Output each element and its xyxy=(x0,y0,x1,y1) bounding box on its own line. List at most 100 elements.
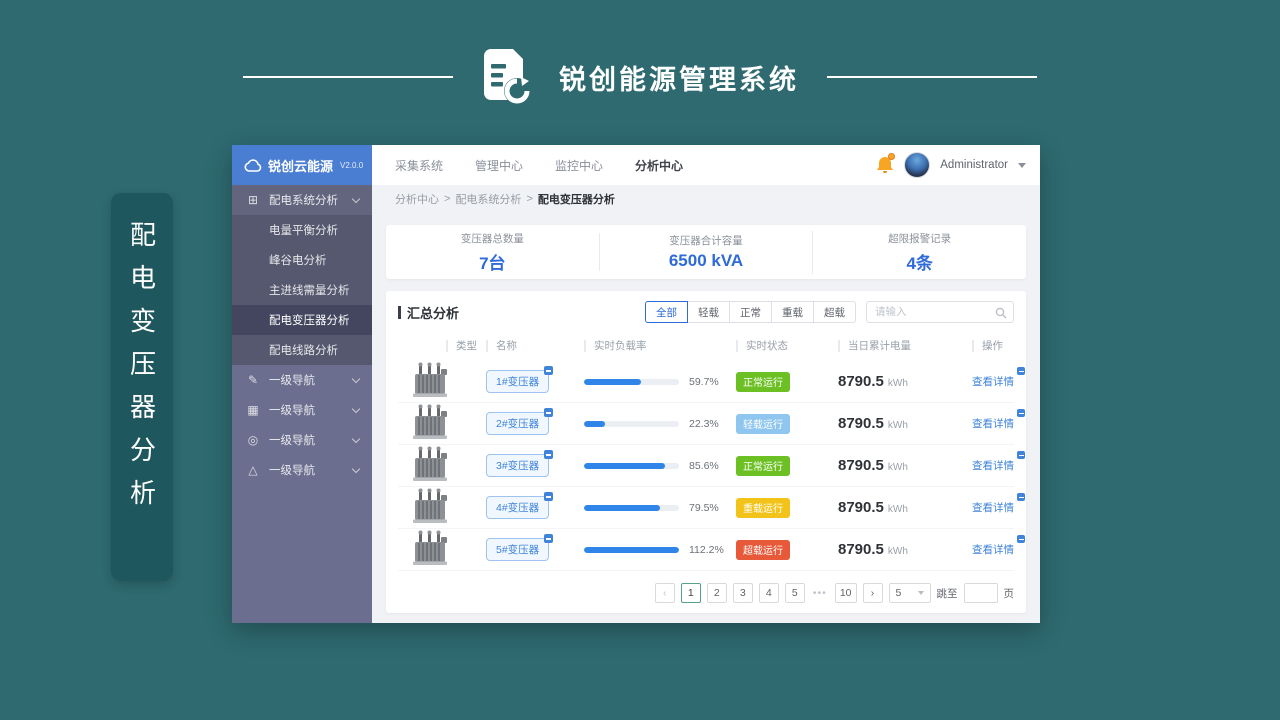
table-row: 1#变压器 59.7% 正常运行 8790.5 kWh 查看详情 xyxy=(398,361,1025,403)
warning-icon: △ xyxy=(248,463,258,477)
breadcrumb-current: 配电变压器分析 xyxy=(537,194,615,206)
table-row: 4#变压器 79.5% 重载运行 8790.5 kWh 查看详情 xyxy=(398,487,1025,529)
filter-heavy-button[interactable]: 重载 xyxy=(771,301,814,323)
jump-page-input[interactable] xyxy=(963,583,998,603)
sidebar-item-nav-1[interactable]: ✎ 一级导航 xyxy=(232,365,372,395)
prev-page-button[interactable]: ‹ xyxy=(654,583,675,603)
status-badge: 重载运行 xyxy=(736,497,790,518)
link-badge-icon xyxy=(1017,493,1025,501)
filter-normal-button[interactable]: 正常 xyxy=(729,301,772,323)
document-refresh-logo-icon xyxy=(481,48,531,106)
energy-unit: kWh xyxy=(887,546,908,557)
view-details-link[interactable]: 查看详情 xyxy=(972,493,1025,515)
stat-alarm-records: 超限报警记录 4条 xyxy=(812,230,1026,274)
sidebar-item-peak-valley[interactable]: 峰谷电分析 xyxy=(232,245,372,275)
chevron-down-icon xyxy=(351,404,361,414)
breadcrumb-item[interactable]: 配电系统分析 xyxy=(455,191,521,207)
tab-collection-system[interactable]: 采集系统 xyxy=(395,157,443,174)
sidebar-item-transformer-analysis[interactable]: 配电变压器分析 xyxy=(232,305,372,335)
search-box xyxy=(866,301,1014,323)
page-button-1[interactable]: 1 xyxy=(680,583,701,603)
pagination: ‹ 1 2 3 4 5 ••• 10 › 5 跳至 页 xyxy=(398,583,1014,603)
section-title-bar xyxy=(398,305,401,319)
link-badge-icon xyxy=(1017,367,1025,375)
page-button-3[interactable]: 3 xyxy=(732,583,753,603)
chip-badge-icon xyxy=(544,450,554,459)
sidebar-item-line-analysis[interactable]: 配电线路分析 xyxy=(232,335,372,365)
section-title: 汇总分析 xyxy=(398,303,459,322)
page-button-2[interactable]: 2 xyxy=(706,583,727,603)
jump-unit: 页 xyxy=(1003,587,1015,600)
filter-overload-button[interactable]: 超载 xyxy=(813,301,856,323)
sidebar-logo: 锐创云能源 V2.0.0 xyxy=(232,145,372,185)
breadcrumb-item[interactable]: 分析中心 xyxy=(395,191,439,207)
chip-badge-icon xyxy=(544,534,554,543)
sidebar-menu-group: ⊞ 配电系统分析 电量平衡分析 峰谷电分析 主进线需量分析 配电变压器分析 配电… xyxy=(232,185,372,365)
sidebar-group-distribution-analysis[interactable]: ⊞ 配电系统分析 xyxy=(232,185,372,215)
page-button-5[interactable]: 5 xyxy=(784,583,805,603)
load-percent: 59.7% xyxy=(689,375,719,388)
vertical-banner-text: 配电变压器分析 xyxy=(126,221,157,522)
chevron-down-icon xyxy=(351,464,361,474)
page-size-select[interactable]: 5 xyxy=(888,583,931,603)
sidebar-item-nav-3[interactable]: ◎ 一级导航 xyxy=(232,425,372,455)
page-button-10[interactable]: 10 xyxy=(834,583,857,603)
breadcrumb-separator: > xyxy=(444,193,451,205)
link-badge-icon xyxy=(1017,409,1025,417)
notification-bell-icon[interactable] xyxy=(876,153,896,175)
load-progressbar xyxy=(584,420,679,427)
transformer-name-button[interactable]: 1#变压器 xyxy=(486,366,554,393)
tab-management-center[interactable]: 管理中心 xyxy=(475,157,523,174)
transformer-name-button[interactable]: 4#变压器 xyxy=(486,492,554,519)
next-page-button[interactable]: › xyxy=(862,583,883,603)
transformer-image xyxy=(410,446,450,485)
user-menu-caret-icon[interactable] xyxy=(1018,162,1026,168)
energy-value: 8790.5 xyxy=(838,373,884,390)
transformer-name-button[interactable]: 3#变压器 xyxy=(486,450,554,477)
status-badge: 轻载运行 xyxy=(736,413,790,434)
content: 变压器总数量 7台 变压器合计容量 6500 kVA 超限报警记录 4条 汇总分… xyxy=(372,213,1040,623)
load-percent: 79.5% xyxy=(689,501,719,514)
breadcrumb: 分析中心 > 配电系统分析 > 配电变压器分析 xyxy=(372,185,1040,213)
summary-card: 汇总分析 全部 轻载 正常 重载 超载 请输入 类型 名称 实时负载率 实时状态… xyxy=(386,291,1026,613)
tab-analysis-center[interactable]: 分析中心 xyxy=(635,157,683,174)
energy-unit: kWh xyxy=(887,378,908,389)
view-details-link[interactable]: 查看详情 xyxy=(972,451,1025,473)
app-window: 锐创云能源 V2.0.0 ⊞ 配电系统分析 电量平衡分析 峰谷电分析 主进线需量… xyxy=(232,145,1040,623)
view-details-link[interactable]: 查看详情 xyxy=(972,535,1025,557)
logo-name: 锐创云能源 xyxy=(268,158,334,174)
transformer-name-button[interactable]: 2#变压器 xyxy=(486,408,554,435)
filter-light-button[interactable]: 轻载 xyxy=(687,301,730,323)
decorative-line-left xyxy=(243,76,453,78)
energy-unit: kWh xyxy=(887,504,908,515)
view-details-link[interactable]: 查看详情 xyxy=(972,409,1025,431)
slide-title: 锐创能源管理系统 xyxy=(559,64,799,95)
decorative-line-right xyxy=(827,76,1037,78)
main-area: 采集系统 管理中心 监控中心 分析中心 Administrator 分析中心 >… xyxy=(372,145,1040,623)
tab-monitoring-center[interactable]: 监控中心 xyxy=(555,157,603,174)
table-row: 2#变压器 22.3% 轻载运行 8790.5 kWh 查看详情 xyxy=(398,403,1025,445)
search-icon[interactable] xyxy=(995,306,1007,324)
chip-badge-icon xyxy=(544,408,554,417)
filter-all-button[interactable]: 全部 xyxy=(645,301,688,323)
sidebar-item-nav-4[interactable]: △ 一级导航 xyxy=(232,455,372,485)
stat-total-capacity: 变压器合计容量 6500 kVA xyxy=(598,233,813,271)
cloud-icon xyxy=(244,158,262,172)
logo-version: V2.0.0 xyxy=(340,160,364,170)
grid-plus-icon: ⊞ xyxy=(247,193,259,207)
page-button-4[interactable]: 4 xyxy=(758,583,779,603)
sidebar-item-main-line-demand[interactable]: 主进线需量分析 xyxy=(232,275,372,305)
sidebar-item-nav-2[interactable]: ▦ 一级导航 xyxy=(232,395,372,425)
slide-header: 锐创能源管理系统 xyxy=(0,42,1280,112)
table-row: 3#变压器 85.6% 正常运行 8790.5 kWh 查看详情 xyxy=(398,445,1025,487)
chip-badge-icon xyxy=(544,492,554,501)
chevron-down-icon xyxy=(351,434,361,444)
user-avatar[interactable] xyxy=(904,152,931,178)
link-badge-icon xyxy=(1017,451,1025,459)
transformer-name-button[interactable]: 5#变压器 xyxy=(486,534,554,561)
edit-icon: ✎ xyxy=(247,373,259,387)
search-input[interactable] xyxy=(866,301,1014,323)
transformer-image xyxy=(410,404,450,443)
view-details-link[interactable]: 查看详情 xyxy=(972,367,1025,389)
sidebar-item-power-balance[interactable]: 电量平衡分析 xyxy=(232,215,372,245)
